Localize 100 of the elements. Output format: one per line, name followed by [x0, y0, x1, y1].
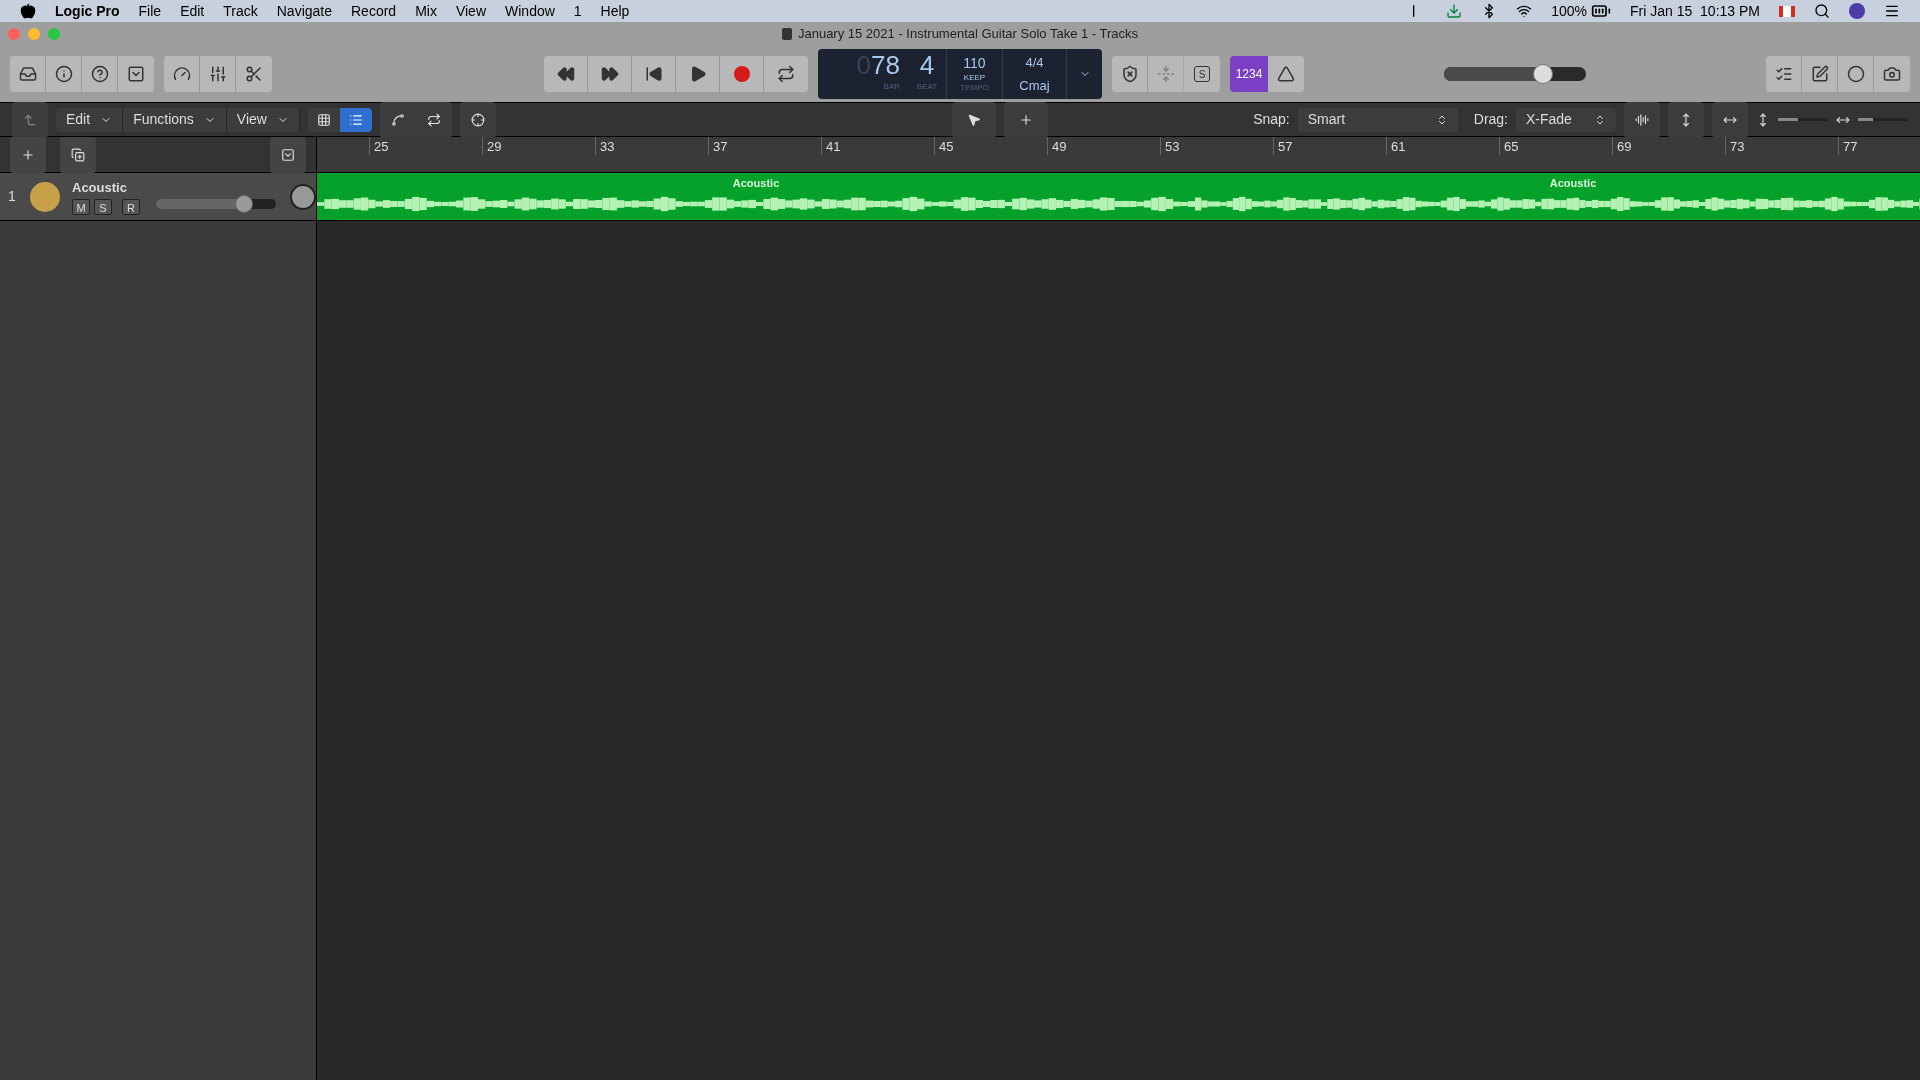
fit-horizontal-button[interactable]	[1712, 101, 1748, 138]
duplicate-track-button[interactable]	[60, 136, 96, 173]
region-name: Acoustic	[1549, 176, 1597, 191]
battery-percent: 100%	[1551, 1, 1588, 21]
list-icon	[348, 112, 363, 127]
menu-item[interactable]: Navigate	[276, 0, 332, 22]
copy-plus-icon	[71, 147, 85, 162]
view-toggle[interactable]	[339, 107, 372, 132]
control-center-icon[interactable]	[1884, 3, 1900, 19]
ruler-label: 49	[1047, 137, 1160, 155]
track-options-button[interactable]	[270, 136, 306, 173]
ruler-label: 33	[595, 137, 708, 155]
info-icon	[54, 65, 73, 83]
track-name: Acoustic	[72, 178, 128, 197]
download-icon[interactable]	[1446, 3, 1463, 19]
menu-item[interactable]: Mix	[415, 0, 437, 22]
cycle-icon	[777, 65, 795, 83]
app-menu[interactable]: Logic Pro	[55, 0, 120, 22]
shield-x-icon	[1120, 65, 1139, 83]
bar-label: BAR	[883, 81, 900, 93]
menu-item[interactable]: 1	[573, 0, 582, 22]
rewind-icon	[556, 65, 575, 83]
pointer-tool[interactable]	[951, 101, 996, 138]
flag-icon[interactable]	[1779, 5, 1795, 17]
menu-item[interactable]: Window	[505, 0, 555, 22]
waveform-icon	[1635, 112, 1649, 127]
pencil-square-icon	[1810, 65, 1829, 83]
fit-vertical-button[interactable]	[1668, 101, 1704, 138]
tempo-label: TEMPO	[960, 84, 989, 92]
tempo-value[interactable]: 110	[963, 56, 986, 70]
grid-icon	[316, 112, 331, 127]
plus-icon	[21, 147, 35, 162]
beat-label: BEAT	[916, 81, 938, 93]
menu-item[interactable]: File	[138, 0, 162, 22]
search-icon[interactable]	[1814, 3, 1830, 19]
horizontal-zoom-slider[interactable]	[1858, 118, 1908, 121]
ruler-label: 73	[1725, 137, 1838, 155]
menu-clock[interactable]: Fri Jan 15 10:13 PM	[1630, 0, 1760, 22]
waveform-zoom-button[interactable]	[1624, 101, 1660, 138]
crosshair-icon	[470, 112, 485, 127]
ruler-label: 29	[482, 137, 595, 155]
ruler-label: 77	[1838, 137, 1920, 155]
mute-button[interactable]: M	[72, 199, 90, 216]
fast-forward-icon	[600, 65, 619, 83]
ruler[interactable]: 25 29 33 37 41 45 49 53 57 61 65 69 73 77	[317, 137, 1920, 173]
document-icon	[781, 28, 792, 40]
track-header[interactable]: 1 Acoustic M S R	[0, 173, 316, 221]
menu-item[interactable]: Edit	[180, 0, 205, 22]
plus-icon	[1018, 112, 1033, 127]
count-in-button[interactable]: 1234	[1230, 56, 1268, 92]
slider-thumb[interactable]	[1533, 64, 1554, 84]
view-toggle[interactable]	[307, 107, 340, 132]
record-enable-button[interactable]: R	[122, 199, 140, 216]
chevron-box-icon	[127, 65, 145, 83]
siri-icon[interactable]	[1849, 3, 1865, 19]
ruler-label: 65	[1499, 137, 1612, 155]
track-number: 1	[7, 187, 17, 206]
skip-back-icon	[644, 65, 663, 83]
drag-label: Drag:	[1473, 110, 1508, 129]
ruler-label: 37	[708, 137, 821, 155]
ruler-label: 57	[1273, 137, 1386, 155]
slider-thumb[interactable]	[234, 194, 253, 213]
wifi-icon[interactable]	[1516, 3, 1533, 19]
local-menu[interactable]: Functions	[123, 107, 227, 132]
local-menu[interactable]: View	[226, 107, 300, 132]
ruler-label: 41	[821, 137, 934, 155]
chevron-box-icon	[281, 147, 295, 162]
ruler-label: 69	[1612, 137, 1725, 155]
help-icon	[90, 65, 109, 83]
bar-value: 78	[871, 49, 900, 81]
list-icon	[1774, 65, 1793, 83]
back-button[interactable]	[12, 101, 48, 138]
beat-value: 4	[919, 49, 935, 81]
local-menu[interactable]: Edit	[56, 107, 124, 132]
menu-item[interactable]: Help	[600, 0, 630, 22]
time-signature[interactable]: 4/4	[1025, 52, 1044, 72]
master-volume-slider[interactable]	[1444, 67, 1586, 81]
menu-item[interactable]: Track	[223, 0, 258, 22]
region-name: Acoustic	[732, 176, 780, 191]
inbox-icon	[18, 65, 37, 83]
key-signature[interactable]: Cmaj	[1019, 76, 1050, 96]
snap-label: Snap:	[1253, 110, 1290, 129]
camera-icon	[1883, 65, 1901, 83]
window-title: January 15 2021 - Instrumental Guitar Solo Take 1 - Tracks	[797, 25, 1139, 44]
menu-item[interactable]: Record	[351, 0, 397, 22]
menu-item[interactable]: View	[455, 0, 486, 22]
snap-select[interactable]: Smart	[1297, 107, 1458, 132]
ruler-label: 45	[934, 137, 1047, 155]
drag-select[interactable]: X-Fade	[1516, 107, 1616, 132]
gauge-icon	[172, 65, 191, 83]
pointer-icon	[966, 112, 981, 127]
back-arrow-icon	[23, 112, 37, 127]
pan-knob[interactable]	[290, 183, 316, 210]
apple-icon[interactable]	[20, 3, 36, 19]
solo-button[interactable]: S	[94, 199, 112, 216]
curve-icon	[390, 112, 405, 127]
vertical-zoom-slider[interactable]	[1778, 118, 1828, 121]
metronome-button[interactable]	[1268, 56, 1304, 92]
crosshair-tool[interactable]	[1003, 101, 1048, 138]
catch-button[interactable]	[459, 101, 496, 138]
